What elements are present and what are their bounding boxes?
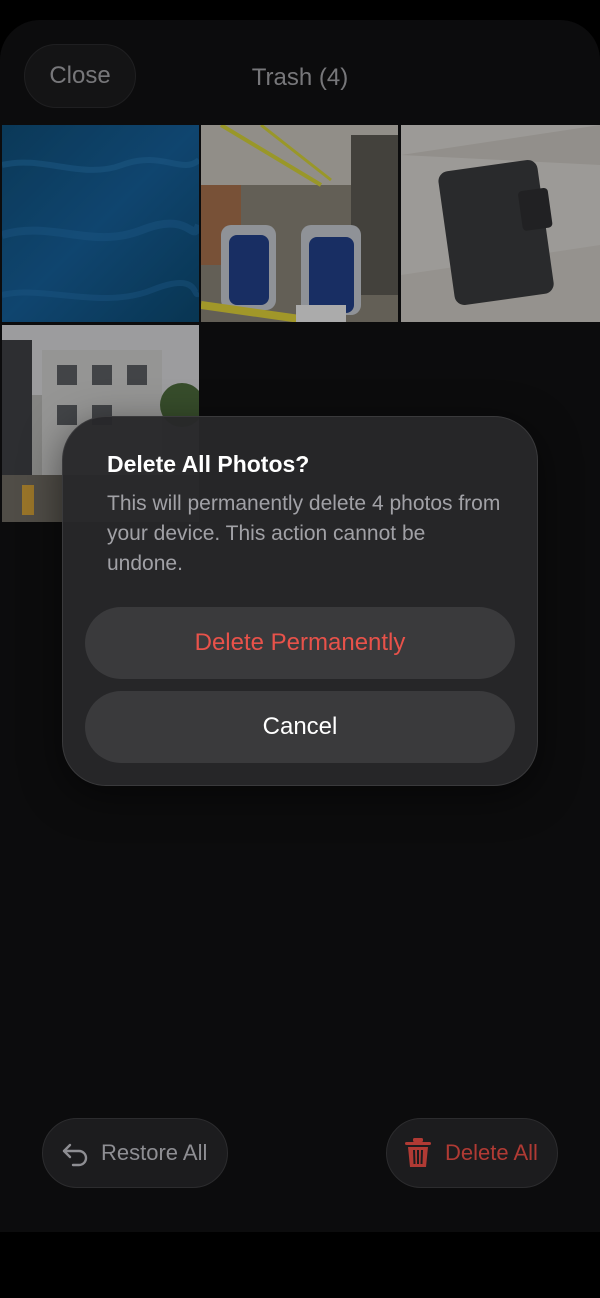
delete-all-label: Delete All <box>445 1140 538 1165</box>
confirm-delete-dialog: Delete All Photos? This will permanently… <box>62 416 538 786</box>
dialog-message: This will permanently delete 4 photos fr… <box>107 492 501 575</box>
trash-icon <box>403 1137 433 1169</box>
undo-arrow-icon <box>59 1137 91 1169</box>
delete-permanently-button[interactable]: Delete Permanently <box>85 607 515 679</box>
dialog-title: Delete All Photos? <box>107 451 310 477</box>
cancel-button[interactable]: Cancel <box>85 691 515 763</box>
delete-all-button[interactable]: Delete All <box>386 1118 558 1188</box>
restore-all-button[interactable]: Restore All <box>42 1118 228 1188</box>
trash-sheet: Close Trash (4) Delete All Photos? This … <box>0 20 600 1232</box>
restore-all-label: Restore All <box>101 1140 208 1165</box>
